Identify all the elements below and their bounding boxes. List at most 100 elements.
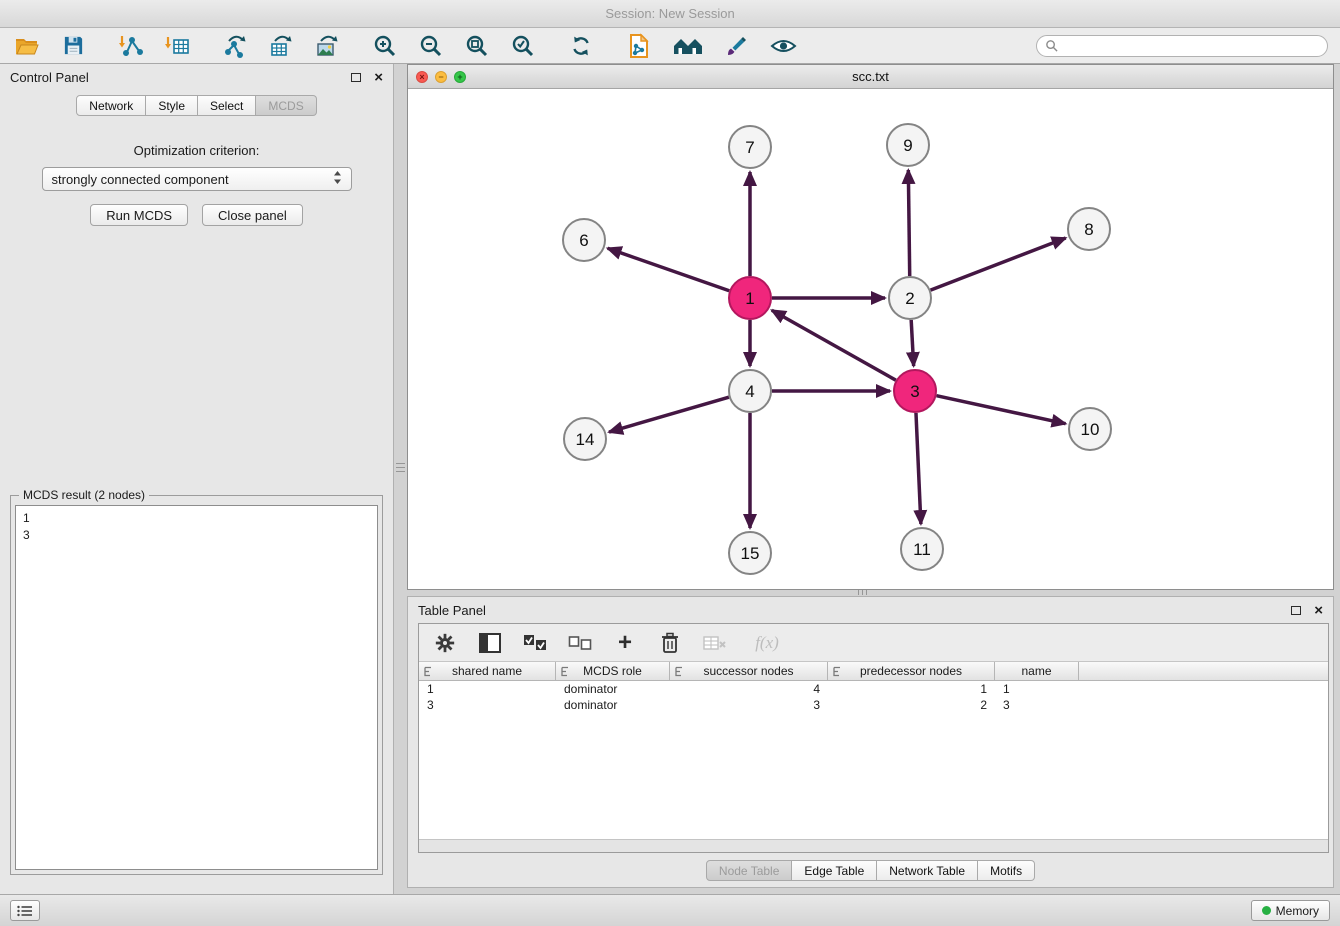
column-label: MCDS role xyxy=(583,664,642,678)
export-image-button[interactable] xyxy=(312,31,342,61)
function-builder-button[interactable]: f(x) xyxy=(747,630,787,656)
network-window-titlebar[interactable]: × − + scc.txt xyxy=(408,65,1333,89)
run-mcds-button[interactable]: Run MCDS xyxy=(90,204,188,226)
column-label: successor nodes xyxy=(703,664,793,678)
tab-node-table[interactable]: Node Table xyxy=(706,860,793,881)
control-panel-title: Control Panel xyxy=(10,70,89,85)
zoom-out-icon xyxy=(419,34,443,58)
tab-select[interactable]: Select xyxy=(198,95,256,116)
float-table-panel-icon[interactable] xyxy=(1291,606,1301,615)
graph-node-label: 15 xyxy=(741,544,760,563)
vertical-splitter-handle[interactable] xyxy=(396,460,405,476)
graph-edge-2-9[interactable] xyxy=(908,170,909,276)
trash-icon xyxy=(660,632,680,654)
deselect-all-button[interactable] xyxy=(567,630,593,656)
table-tabs: Node Table Edge Table Network Table Moti… xyxy=(408,860,1333,881)
close-panel-button[interactable]: Close panel xyxy=(202,204,303,226)
graph-edge-4-14[interactable] xyxy=(609,397,729,432)
save-session-button[interactable] xyxy=(58,31,88,61)
search-input[interactable] xyxy=(1063,39,1319,53)
table-cell[interactable]: 3 xyxy=(419,697,556,713)
close-window-button[interactable]: × xyxy=(416,71,428,83)
export-image-icon xyxy=(314,34,340,58)
tab-style[interactable]: Style xyxy=(146,95,198,116)
network-canvas[interactable]: 7968124314101511 xyxy=(408,89,1333,589)
tab-edge-table[interactable]: Edge Table xyxy=(792,860,877,881)
table-cell[interactable]: 1 xyxy=(419,681,556,697)
table-cell[interactable]: 1 xyxy=(995,681,1079,697)
zoom-window-button[interactable]: + xyxy=(454,71,466,83)
float-panel-icon[interactable] xyxy=(351,73,361,82)
status-bar: Memory xyxy=(0,894,1340,926)
open-session-button[interactable] xyxy=(12,31,42,61)
table-panel: Table Panel × xyxy=(407,596,1334,888)
zoom-in-button[interactable] xyxy=(370,31,400,61)
table-row[interactable]: 1dominator411 xyxy=(419,681,1328,697)
window-titlebar: Session: New Session xyxy=(0,0,1340,28)
import-table-from-file-button[interactable] xyxy=(162,31,192,61)
import-network-from-file-button[interactable] xyxy=(116,31,146,61)
minimize-window-button[interactable]: − xyxy=(435,71,447,83)
column-header-shared-name[interactable]: shared name xyxy=(419,662,556,680)
zoom-selected-button[interactable] xyxy=(508,31,538,61)
table-cell[interactable]: 4 xyxy=(670,681,828,697)
table-cell[interactable]: 3 xyxy=(995,697,1079,713)
table-cell[interactable]: dominator xyxy=(556,681,670,697)
graph-edge-2-8[interactable] xyxy=(931,238,1066,290)
delete-table-button[interactable] xyxy=(702,630,728,656)
tab-motifs[interactable]: Motifs xyxy=(978,860,1035,881)
network-window-title: scc.txt xyxy=(852,69,889,84)
create-column-button[interactable]: + xyxy=(612,630,638,656)
toolbar-group-export xyxy=(220,31,342,61)
zoom-fit-icon xyxy=(465,34,489,58)
export-network-button[interactable] xyxy=(220,31,250,61)
zoom-out-button[interactable] xyxy=(416,31,446,61)
home-button[interactable] xyxy=(670,31,706,61)
toolbar-group-session xyxy=(12,31,88,61)
table-cell[interactable]: 3 xyxy=(670,697,828,713)
column-type-icon xyxy=(560,666,571,677)
graph-edge-2-3[interactable] xyxy=(911,320,913,366)
graph-edge-3-1[interactable] xyxy=(772,310,896,380)
select-stepper-icon xyxy=(333,170,342,188)
control-panel-header: Control Panel × xyxy=(0,64,393,90)
table-cell[interactable]: dominator xyxy=(556,697,670,713)
close-table-panel-icon[interactable]: × xyxy=(1314,603,1323,618)
criterion-select[interactable]: strongly connected component xyxy=(42,167,352,191)
graph-edge-3-10[interactable] xyxy=(936,396,1065,424)
column-header-successor-nodes[interactable]: successor nodes xyxy=(670,662,828,680)
table-row[interactable]: 3dominator323 xyxy=(419,697,1328,713)
criterion-selected-value: strongly connected component xyxy=(52,172,229,187)
zoom-fit-button[interactable] xyxy=(462,31,492,61)
table-cell[interactable]: 1 xyxy=(828,681,995,697)
graph-edge-3-11[interactable] xyxy=(916,413,921,524)
graph-node-label: 1 xyxy=(745,289,754,308)
graph-edge-1-6[interactable] xyxy=(608,248,730,290)
task-history-button[interactable] xyxy=(10,900,40,921)
tab-mcds[interactable]: MCDS xyxy=(256,95,316,116)
table-cell[interactable]: 2 xyxy=(828,697,995,713)
export-table-button[interactable] xyxy=(266,31,296,61)
memory-button[interactable]: Memory xyxy=(1251,900,1330,921)
close-panel-icon[interactable]: × xyxy=(374,70,383,85)
select-all-button[interactable] xyxy=(522,630,548,656)
import-network-from-database-button[interactable] xyxy=(624,31,654,61)
delete-column-button[interactable] xyxy=(657,630,683,656)
apply-style-button[interactable] xyxy=(722,31,752,61)
graph-node-label: 2 xyxy=(905,289,914,308)
table-hscroll-area[interactable] xyxy=(419,839,1328,852)
tab-network-table[interactable]: Network Table xyxy=(877,860,978,881)
column-header-mcds-role[interactable]: MCDS role xyxy=(556,662,670,680)
column-label: shared name xyxy=(452,664,522,678)
column-header-predecessor-nodes[interactable]: predecessor nodes xyxy=(828,662,995,680)
search-box[interactable] xyxy=(1036,35,1328,57)
column-header-name[interactable]: name xyxy=(995,662,1079,680)
show-graphics-details-button[interactable] xyxy=(768,31,798,61)
network-window: × − + scc.txt 7968124314101511 xyxy=(407,64,1334,590)
eye-icon xyxy=(770,34,797,58)
refresh-view-button[interactable] xyxy=(566,31,596,61)
network-document-icon xyxy=(627,33,651,59)
show-columns-button[interactable] xyxy=(477,630,503,656)
tab-network[interactable]: Network xyxy=(76,95,146,116)
table-settings-button[interactable] xyxy=(432,630,458,656)
